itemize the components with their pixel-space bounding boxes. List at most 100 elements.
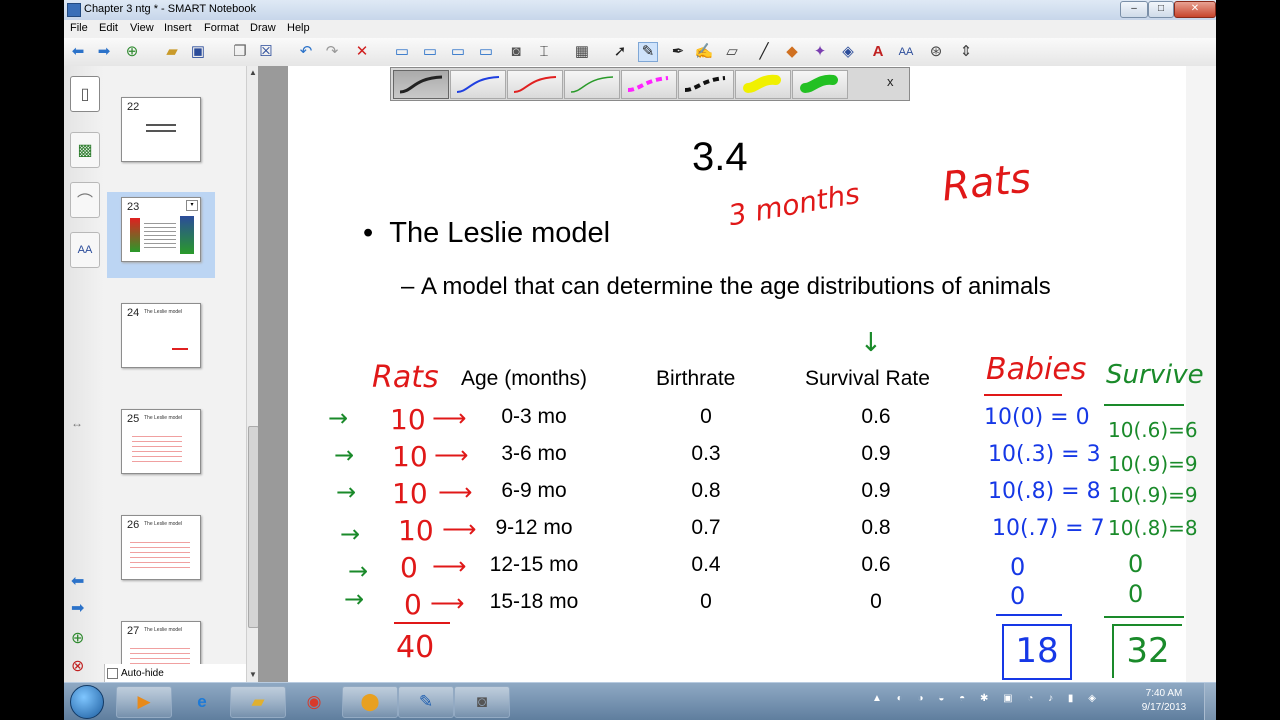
paste-icon[interactable]: ❐ [230,42,250,62]
undo-icon[interactable]: ↶ [296,42,316,62]
capture-icon[interactable]: ▭ [476,42,496,62]
magenta-dashed-pen-option[interactable] [621,70,677,99]
ink-green-arrow-icon: → [348,557,369,585]
auto-hide-checkbox[interactable]: Auto-hide [104,664,164,682]
magic-wand-icon[interactable]: ✦ [810,42,830,62]
pen-icon[interactable]: ✎ [638,42,658,62]
menu-insert[interactable]: Insert [164,22,192,34]
page-thumbnail[interactable]: 24 The Leslie model [107,298,215,384]
creative-pen-icon[interactable]: ✒ [668,42,688,62]
close-button[interactable]: ✕ [1174,1,1216,18]
delete-icon[interactable]: ✕ [352,42,372,62]
file-explorer-icon[interactable]: ▰ [230,686,286,718]
start-button[interactable] [70,685,104,719]
internet-explorer-icon[interactable]: e [174,686,230,718]
menu-draw[interactable]: Draw [250,22,276,34]
minimize-button[interactable]: – [1120,1,1148,18]
properties-icon[interactable]: AA [896,42,916,62]
delete-page-side-icon[interactable]: ⊗ [71,656,84,676]
move-toolbar-icon[interactable]: ⇕ [956,42,976,62]
smart-notebook-icon[interactable]: ✎ [398,686,454,718]
open-icon[interactable]: ▰ [162,42,182,62]
page-sorter-tab[interactable]: ▯ [70,76,100,112]
select-icon[interactable]: ➚ [610,42,630,62]
redo-icon[interactable]: ↷ [322,42,342,62]
page-number: 23 [127,201,140,213]
add-page-side-icon[interactable]: ⊕ [71,628,84,648]
checkbox-box[interactable] [107,667,118,679]
ink-survive-calc: 10(.9)=9 [1108,452,1198,476]
menu-format[interactable]: Format [204,22,239,34]
add-page-icon[interactable]: ⊕ [122,42,142,62]
ink-babies-total: 18 [1002,624,1072,680]
page-number: 25 [127,413,140,425]
blue-pen-option[interactable] [450,70,506,99]
ink-red-arrow-icon: ⟶ [434,441,469,469]
page-thumbnail[interactable]: 22 [107,92,215,178]
media-player-icon[interactable]: ▶ [116,686,172,718]
age-cell: 15-18 mo [489,590,579,613]
menu-help[interactable]: Help [287,22,310,34]
bullet-text: The Leslie model [389,217,611,249]
birthrate-cell: 0.8 [691,479,721,502]
slide-title: 3.4 [692,135,748,179]
ink-babies-header: Babies [986,352,1087,387]
green-pen-option[interactable] [564,70,620,99]
video-recorder-icon[interactable]: ◙ [454,686,510,718]
forward-icon[interactable]: ➡ [94,42,114,62]
page-thumbnail[interactable]: 25 The Leslie model [107,404,215,490]
black-dashed-pen-option[interactable] [678,70,734,99]
display-icon[interactable]: ▭ [420,42,440,62]
close-palette-button[interactable]: x [887,74,894,89]
ink-green-arrow-icon: → [340,520,361,548]
menu-file[interactable]: File [70,22,88,34]
dual-display-icon[interactable]: ▭ [448,42,468,62]
delete-page-icon[interactable]: ☒ [256,42,276,62]
table-icon[interactable]: ▦ [572,42,592,62]
clock[interactable]: 7:40 AM 9/17/2013 [1134,687,1194,715]
maximize-button[interactable]: □ [1148,1,1174,18]
back-icon[interactable]: ⬅ [68,42,88,62]
previous-page-icon[interactable]: ⬅ [71,571,84,591]
chrome-icon[interactable]: ◉ [286,686,342,718]
properties-tab[interactable]: AA [70,232,100,268]
red-pen-option[interactable] [507,70,563,99]
ink-babies-underline [984,394,1062,396]
document-camera-icon[interactable]: ◙ [506,42,526,62]
green-highlighter-option[interactable] [792,70,848,99]
scroll-up-icon[interactable]: ▲ [249,68,257,77]
system-tray-icons[interactable]: ▲ ◐ ◑ ◒ ◓ ✱ ▣ ◔ ♪ ▮ ◈ [872,693,1102,704]
fill-icon[interactable]: ◈ [838,42,858,62]
scroll-down-icon[interactable]: ▼ [249,670,257,679]
page-number: 24 [127,307,140,319]
page-caption: The Leslie model [144,521,183,527]
yellow-highlighter-option[interactable] [735,70,791,99]
magic-pen-icon[interactable]: ✍ [694,42,714,62]
compass-icon[interactable]: ⊛ [926,42,946,62]
next-page-icon[interactable]: ➡ [71,598,84,618]
measure-tool-icon[interactable]: ⌶ [534,42,554,62]
ink-babies-calc: 10(.3) = 3 [988,442,1101,467]
app-icon[interactable]: ⬤ [342,686,398,718]
save-icon[interactable]: ▣ [188,42,208,62]
ink-rat-count: 0 [400,551,418,584]
eraser-icon[interactable]: ▱ [722,42,742,62]
resize-sidebar-icon[interactable]: ↔ [71,416,83,430]
menu-edit[interactable]: Edit [99,22,118,34]
clock-time: 7:40 AM [1145,688,1183,699]
screen-shade-icon[interactable]: ▭ [392,42,412,62]
ink-babies-total-line [996,614,1062,616]
shapes-icon[interactable]: ◆ [782,42,802,62]
line-icon[interactable]: ╱ [754,42,774,62]
page-thumbnail[interactable]: 26 The Leslie model [107,510,215,596]
ink-green-arrow-icon: → [344,585,365,613]
attachments-tab[interactable]: ⌒ [70,182,100,218]
gallery-tab[interactable]: ▩ [70,132,100,168]
menu-bar: File Edit View Insert Format Draw Help [64,20,1216,38]
text-icon[interactable]: A [868,42,888,62]
page-thumbnail-selected[interactable]: 23 ▾ [107,192,215,278]
black-pen-option[interactable] [393,70,449,99]
page-thumbnail[interactable]: 27 The Leslie model [107,616,215,664]
show-desktop-button[interactable] [1204,683,1216,720]
menu-view[interactable]: View [130,22,154,34]
